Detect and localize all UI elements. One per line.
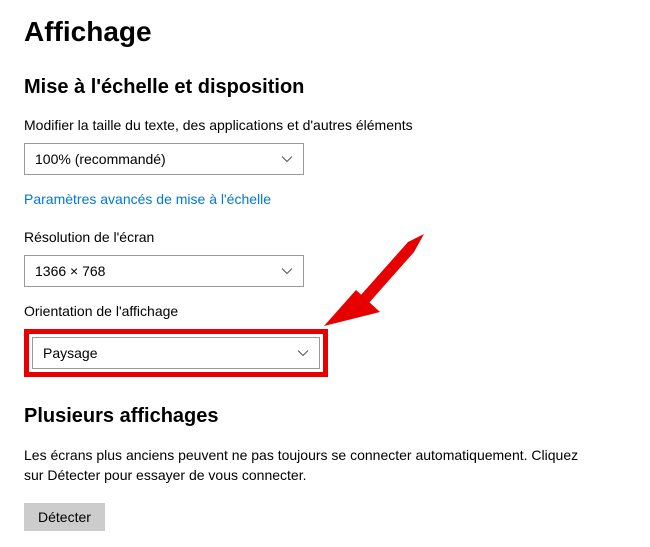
multi-display-description: Les écrans plus anciens peuvent ne pas t… [24,446,584,485]
orientation-highlight: Paysage [24,329,328,377]
advanced-scaling-link[interactable]: Paramètres avancés de mise à l'échelle [24,191,271,207]
orientation-dropdown[interactable]: Paysage [32,337,320,369]
resolution-dropdown-value: 1366 × 768 [35,263,105,279]
orientation-dropdown-value: Paysage [43,345,97,361]
section-scale-title: Mise à l'échelle et disposition [24,76,626,99]
section-multi-title: Plusieurs affichages [24,405,626,428]
resolution-dropdown[interactable]: 1366 × 768 [24,255,304,287]
page-title: Affichage [24,16,626,48]
resolution-label: Résolution de l'écran [24,229,626,245]
scale-dropdown-value: 100% (recommandé) [35,151,166,167]
orientation-label: Orientation de l'affichage [24,303,626,319]
scale-dropdown[interactable]: 100% (recommandé) [24,143,304,175]
chevron-down-icon [297,347,309,359]
chevron-down-icon [281,153,293,165]
text-size-label: Modifier la taille du texte, des applica… [24,117,626,133]
chevron-down-icon [281,265,293,277]
